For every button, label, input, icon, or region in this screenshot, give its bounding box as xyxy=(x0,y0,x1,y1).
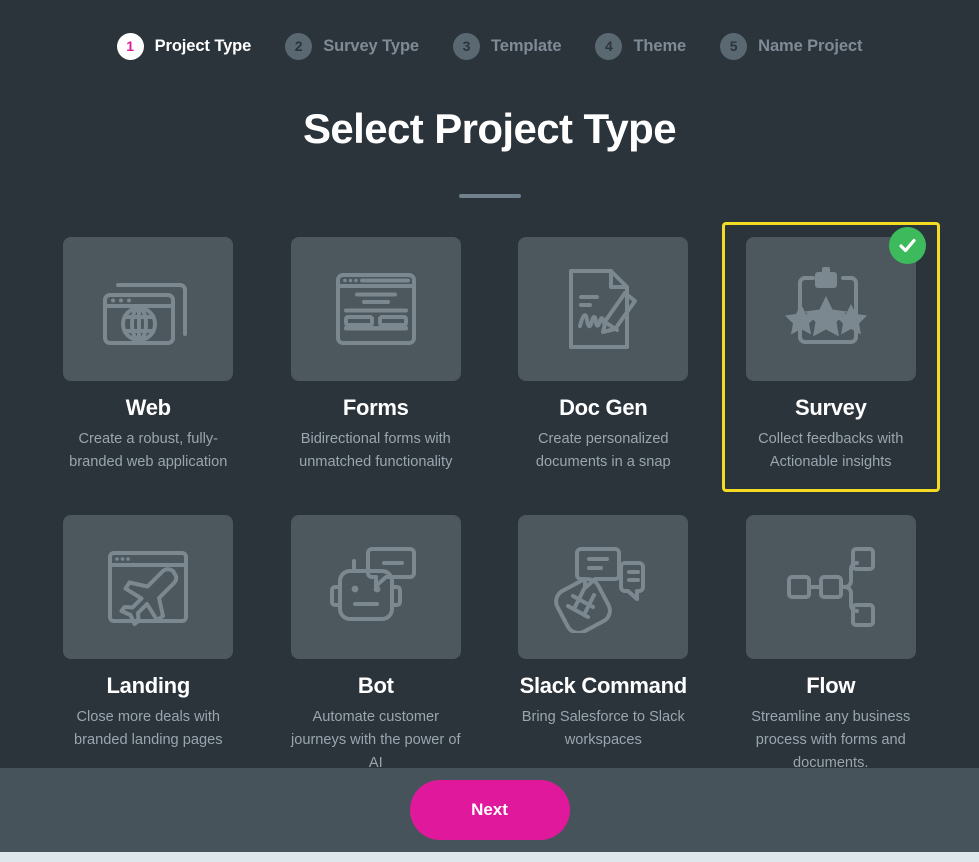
project-type-tile xyxy=(63,515,234,660)
project-type-tile xyxy=(290,237,461,382)
wizard-stepper: 1 Project Type 2 Survey Type 3 Template 4 Theme… xyxy=(0,0,979,84)
stepper-item-label: Theme xyxy=(633,36,687,55)
project-type-description: Bring Salesforce to Slack workspaces xyxy=(521,709,685,749)
browser-globe-icon xyxy=(103,283,188,346)
project-type-title: Landing xyxy=(106,673,191,699)
page-title: Select Project Type xyxy=(303,105,677,152)
stepper-item-project-type[interactable]: 1 Project Type xyxy=(116,32,252,60)
project-type-tile xyxy=(63,237,234,382)
next-button[interactable]: Next xyxy=(409,780,570,840)
stepper-number-badge: 1 xyxy=(116,32,144,60)
project-type-tile xyxy=(745,227,926,382)
stepper-item-label: Template xyxy=(491,36,562,55)
stepper-item-name-project[interactable]: 5 Name Project xyxy=(720,32,863,60)
bottom-strip xyxy=(0,852,979,862)
form-window-icon xyxy=(335,273,416,346)
project-type-card-slack-command[interactable]: Slack Command Bring Salesforce to Slack w… xyxy=(495,500,713,793)
stepper-number-badge: 4 xyxy=(595,32,623,60)
stepper-number-badge: 3 xyxy=(453,32,481,60)
project-type-description: Close more deals with branded landing pa… xyxy=(74,709,223,749)
project-type-title: Survey xyxy=(794,395,867,421)
project-type-title: Bot xyxy=(357,673,394,699)
stepper-item-template[interactable]: 3 Template xyxy=(453,32,562,60)
clipboard-stars-icon xyxy=(784,267,867,345)
stepper-item-survey-type[interactable]: 2 Survey Type xyxy=(285,32,420,60)
project-type-card-web[interactable]: Web Create a robust, fully-branded web ap… xyxy=(40,222,258,492)
robot-chat-icon xyxy=(329,547,416,622)
project-type-description: Create personalized documents in a snap xyxy=(535,431,671,470)
project-type-title: Flow xyxy=(806,673,856,699)
project-type-title: Doc Gen xyxy=(559,395,648,421)
project-type-tile xyxy=(290,515,461,660)
project-type-grid: Web Create a robust, fully-branded web ap… xyxy=(40,222,940,793)
project-type-title: Forms xyxy=(342,395,409,421)
stepper-number-badge: 5 xyxy=(720,32,748,60)
slack-hashtag-chat-icon xyxy=(554,547,646,634)
title-divider xyxy=(458,194,521,199)
project-type-card-landing[interactable]: Landing Close more deals with branded lan… xyxy=(40,500,258,793)
project-type-description: Bidirectional forms with unmatched funct… xyxy=(299,431,453,470)
project-type-card-doc-gen[interactable]: Doc Gen Create personalized documents in … xyxy=(495,222,713,492)
title-block: Select Project Type xyxy=(0,105,979,199)
project-type-card-forms[interactable]: Forms Bidirectional forms with unmatched … xyxy=(267,222,485,492)
project-type-title: Web xyxy=(125,395,171,421)
wizard-footer: Next xyxy=(0,768,979,852)
selected-check-badge xyxy=(888,227,926,265)
check-icon xyxy=(899,239,916,253)
stepper-number-badge: 2 xyxy=(285,32,313,60)
project-type-card-flow[interactable]: Flow Streamline any business process with… xyxy=(722,500,940,793)
stepper-item-label: Name Project xyxy=(758,36,863,55)
stepper-item-label: Project Type xyxy=(154,36,252,55)
project-type-tile xyxy=(518,237,689,382)
project-type-card-survey[interactable]: Survey Collect feedbacks with Actionable … xyxy=(722,222,940,493)
project-type-description: Streamline any business process with for… xyxy=(751,709,911,771)
project-type-description: Create a robust, fully-branded web appli… xyxy=(69,431,228,470)
stepper-item-label: Survey Type xyxy=(323,36,420,55)
project-type-description: Collect feedbacks with Actionable insigh… xyxy=(758,431,904,470)
project-type-card-bot[interactable]: Bot Automate customer journeys with the p… xyxy=(267,500,485,793)
flowchart-nodes-icon xyxy=(786,547,875,628)
project-type-title: Slack Command xyxy=(519,673,688,699)
stepper-item-theme[interactable]: 4 Theme xyxy=(595,32,687,60)
project-type-description: Automate customer journeys with the powe… xyxy=(290,709,461,771)
project-type-tile xyxy=(518,515,689,660)
document-pencil-icon xyxy=(569,269,638,350)
browser-airplane-icon xyxy=(108,551,189,627)
project-type-tile xyxy=(745,515,916,660)
